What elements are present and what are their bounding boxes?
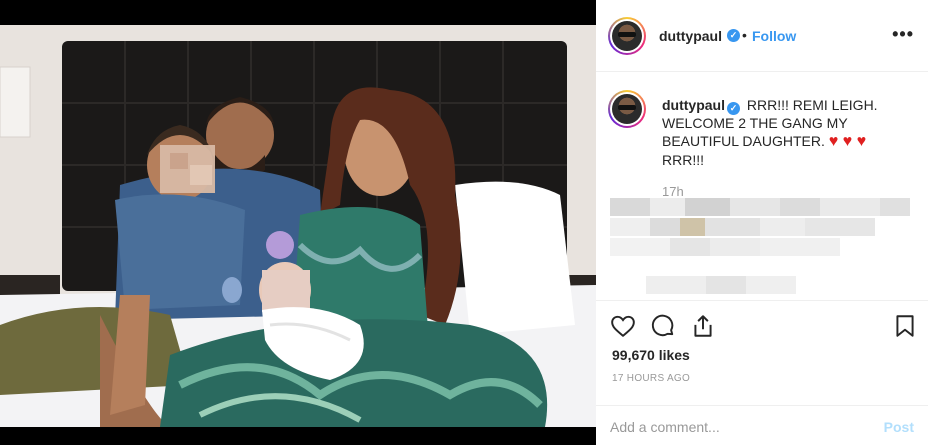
comment-input[interactable]	[610, 416, 870, 438]
separator-dot: •	[742, 27, 747, 43]
avatar-image	[612, 21, 642, 51]
post-caption: duttypaul ✓ RRR!!! REMI LEIGH. WELCOME 2 …	[662, 96, 912, 169]
post-side-panel: duttypaul ✓ • Follow ••• duttypaul ✓ RRR!…	[596, 0, 928, 445]
follow-button[interactable]: Follow	[752, 28, 796, 44]
likes-count[interactable]: 99,670 likes	[612, 347, 690, 363]
post-photo[interactable]	[0, 25, 596, 427]
blurred-comment	[646, 276, 796, 294]
like-icon[interactable]	[610, 313, 636, 339]
blurred-comment	[610, 238, 840, 256]
blurred-comment	[610, 198, 910, 216]
post-header: duttypaul ✓ • Follow •••	[596, 0, 928, 72]
comment-icon[interactable]	[650, 313, 676, 339]
share-icon[interactable]	[690, 313, 716, 339]
post-time-ago[interactable]: 17 HOURS AGO	[612, 373, 690, 384]
avatar-image	[612, 94, 642, 124]
verified-badge-icon: ✓	[727, 29, 740, 42]
more-options-icon[interactable]: •••	[892, 24, 914, 45]
post-comment-button[interactable]: Post	[884, 419, 914, 435]
instagram-post-modal: duttypaul ✓ • Follow ••• duttypaul ✓ RRR!…	[0, 0, 928, 445]
family-photo-illustration	[0, 25, 596, 427]
heart-emoji-icon: ♥ ♥ ♥	[828, 133, 867, 150]
caption-username[interactable]: duttypaul	[662, 97, 725, 113]
user-avatar[interactable]	[608, 17, 646, 55]
blurred-comment	[610, 218, 875, 236]
caption-avatar[interactable]	[608, 90, 646, 128]
save-icon[interactable]	[892, 313, 918, 339]
caption-text-end: RRR!!!	[662, 152, 704, 168]
caption-timestamp[interactable]: 17h	[662, 184, 684, 199]
post-actions: 99,670 likes 17 HOURS AGO Post	[596, 300, 928, 445]
comment-bar: Post	[596, 405, 928, 445]
verified-badge-icon: ✓	[727, 102, 740, 115]
username[interactable]: duttypaul	[659, 28, 722, 44]
